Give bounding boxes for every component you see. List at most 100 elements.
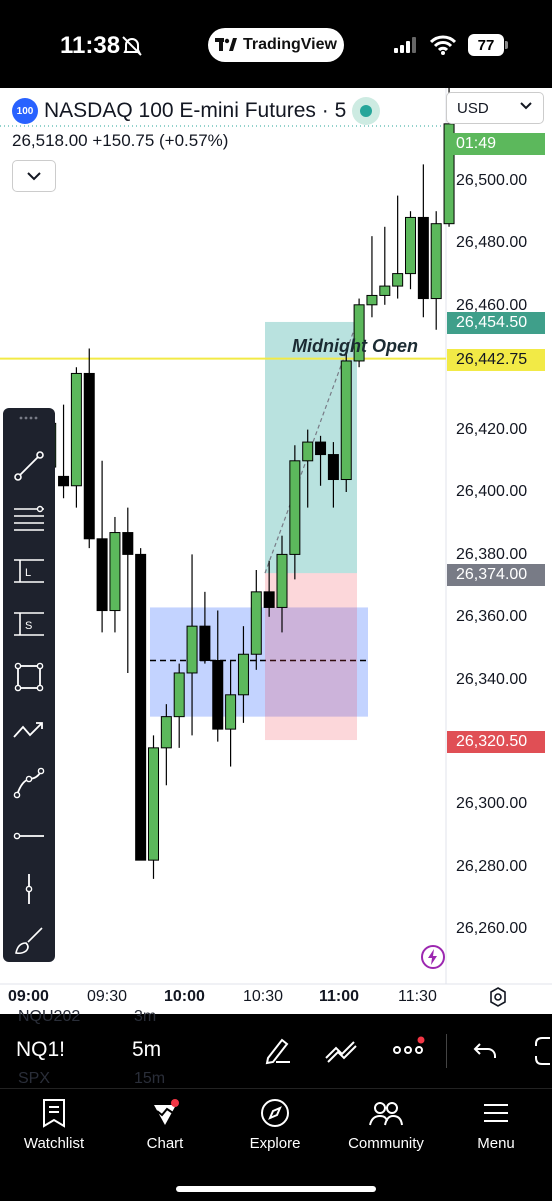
- nav-label: Menu: [477, 1135, 515, 1152]
- time-tick: 09:30: [87, 988, 128, 1005]
- candle-body: [96, 538, 108, 612]
- candle-body: [289, 460, 301, 555]
- candle-body: [70, 372, 82, 487]
- trend-line-tool-icon[interactable]: [11, 448, 47, 484]
- chart-panel[interactable]: 100 NASDAQ 100 E-mini Futures · 5 26,518…: [0, 88, 552, 1014]
- nav-community[interactable]: Community: [336, 1097, 436, 1152]
- candle-body: [109, 532, 121, 612]
- svg-text:L: L: [25, 567, 31, 579]
- candle-body: [430, 223, 442, 300]
- drawing-pen-icon[interactable]: [262, 1034, 294, 1071]
- nav-label: Explore: [249, 1135, 301, 1152]
- horizontal-ray-tool-icon[interactable]: [11, 818, 47, 854]
- interval-selector[interactable]: 5m: [132, 1038, 161, 1062]
- time-axis: 09:00 09:30 10:00 10:30 11:00 11:30: [0, 984, 552, 1014]
- stop-price-tag: 26,320.50: [447, 731, 545, 753]
- more-options-icon[interactable]: [392, 1036, 426, 1069]
- candle-body: [58, 475, 70, 487]
- divider: [446, 1034, 447, 1068]
- tradingview-pill[interactable]: TradingView: [208, 28, 344, 62]
- chart-settings-icon[interactable]: [487, 986, 509, 1013]
- nav-menu[interactable]: Menu: [446, 1097, 546, 1152]
- symbol-badge: 100: [12, 98, 38, 124]
- watchlist-icon: [43, 1099, 65, 1128]
- clock: 11:38: [60, 32, 121, 59]
- price-tick: 26,300.00: [456, 795, 528, 812]
- svg-text:S: S: [25, 620, 32, 632]
- path-tool-icon[interactable]: [11, 765, 47, 801]
- price-tick: 26,500.00: [456, 172, 528, 189]
- chevron-down-icon: [520, 102, 532, 110]
- currency-selector[interactable]: USD: [446, 92, 544, 124]
- chart-bottom-bar: NQU202 3m NQ1! 5m SPX 15m: [0, 1008, 552, 1088]
- time-tick: 11:00: [319, 988, 360, 1005]
- scroll-ghost-interval: 15m: [134, 1070, 166, 1087]
- price-quote: 26,518.00 +150.75 (+0.57%): [12, 131, 229, 150]
- time-tick: 09:00: [8, 988, 49, 1005]
- candle-body: [276, 553, 288, 608]
- candle-body: [122, 532, 134, 555]
- candle-body: [237, 653, 249, 696]
- candle-body: [173, 672, 185, 718]
- short-position-tool-icon[interactable]: S: [11, 606, 47, 642]
- price-tick: 26,420.00: [456, 421, 528, 438]
- candle-body: [135, 553, 147, 861]
- app-pill-label: TradingView: [243, 36, 337, 53]
- lightning-icon[interactable]: [420, 944, 446, 970]
- nav-chart[interactable]: Chart: [115, 1097, 215, 1152]
- drawing-toolbar[interactable]: L S: [3, 408, 55, 962]
- candle-body: [199, 625, 211, 661]
- symbol-selector[interactable]: NQ1!: [16, 1038, 65, 1062]
- community-icon: [369, 1102, 403, 1126]
- compass-icon: [261, 1099, 289, 1127]
- price-tick: 26,260.00: [456, 920, 528, 937]
- price-tick: 26,340.00: [456, 671, 528, 688]
- long-position-tool-icon[interactable]: L: [11, 553, 47, 589]
- candle-body: [417, 216, 429, 300]
- nav-explore[interactable]: Explore: [225, 1097, 325, 1152]
- chevron-down-icon: [27, 172, 41, 181]
- home-indicator: [176, 1186, 376, 1192]
- collapse-legend-button[interactable]: [12, 160, 56, 192]
- vertical-line-tool-icon[interactable]: [11, 871, 47, 907]
- scroll-ghost-symbol: NQU202: [18, 1008, 81, 1025]
- tradingview-logo-icon: [215, 38, 238, 51]
- projection-tool-icon[interactable]: [11, 712, 47, 748]
- bottom-navigation: Watchlist Chart Explore Community Menu: [0, 1088, 552, 1201]
- parallel-lines-tool-icon[interactable]: [11, 501, 47, 537]
- candle-body: [250, 591, 262, 655]
- entry-price-tag: 26,374.00: [447, 564, 545, 586]
- candle-body: [212, 659, 224, 730]
- price-tick: 26,480.00: [456, 234, 528, 251]
- indicators-icon[interactable]: [324, 1036, 360, 1069]
- symbol-title[interactable]: NASDAQ 100 E-mini Futures · 5: [44, 99, 346, 123]
- price-tick: 26,280.00: [456, 858, 528, 875]
- candle-body: [186, 625, 198, 674]
- fullscreen-icon[interactable]: [534, 1036, 552, 1071]
- candle-body: [340, 360, 352, 481]
- time-tick: 11:30: [398, 988, 437, 1005]
- nav-label: Watchlist: [23, 1135, 85, 1152]
- scroll-ghost-interval: 3m: [134, 1008, 157, 1025]
- candle-body: [263, 591, 275, 608]
- market-status-icon[interactable]: [352, 97, 381, 125]
- brush-tool-icon[interactable]: [11, 922, 47, 958]
- nav-label: Community: [348, 1135, 424, 1152]
- rectangle-tool-icon[interactable]: [11, 659, 47, 695]
- bell-muted-icon: [120, 34, 144, 58]
- symbol-header[interactable]: 100 NASDAQ 100 E-mini Futures · 5: [12, 97, 381, 125]
- status-bar: 11:38 TradingView 77: [0, 0, 552, 88]
- menu-icon: [484, 1104, 508, 1122]
- target-price-tag: 26,454.50: [447, 312, 545, 334]
- currency-label: USD: [457, 99, 489, 117]
- candle-body: [366, 294, 378, 306]
- price-tick: 26,380.00: [456, 546, 528, 563]
- nav-watchlist[interactable]: Watchlist: [4, 1097, 104, 1152]
- undo-icon[interactable]: [472, 1038, 498, 1069]
- candle-body: [225, 694, 237, 730]
- price-tick: 26,400.00: [456, 483, 528, 500]
- candle-body: [148, 747, 159, 861]
- time-tick: 10:30: [243, 988, 284, 1005]
- toolbar-drag-handle[interactable]: [11, 408, 47, 428]
- price-tick: 26,360.00: [456, 608, 528, 625]
